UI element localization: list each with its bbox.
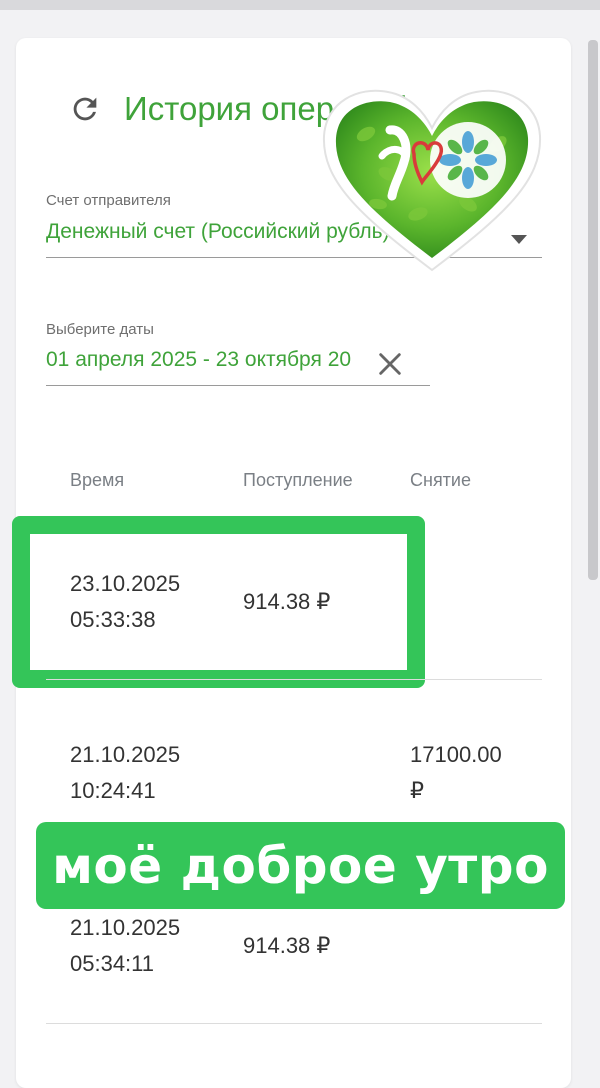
column-header-time: Время (70, 470, 125, 490)
row-separator (46, 1023, 542, 1024)
close-icon[interactable] (376, 350, 404, 378)
row-2-date: 21.10.2025 (70, 742, 181, 767)
row-1-income: 914.38 ₽ (243, 589, 331, 614)
date-range-underline (46, 385, 430, 386)
row-1-time: 05:33:38 (70, 607, 156, 632)
row-2-withdrawal-currency: ₽ (410, 778, 424, 803)
row-separator (46, 679, 542, 680)
row-2-time: 10:24:41 (70, 778, 156, 803)
column-header-income: Поступление (243, 470, 353, 490)
row-2-withdrawal: 17100.00 (410, 742, 502, 767)
greeting-banner-text: моё доброе утро (52, 836, 549, 895)
scrollbar-thumb[interactable] (588, 40, 598, 580)
row-3-time: 05:34:11 (70, 951, 155, 976)
row-1-date: 23.10.2025 (70, 571, 181, 596)
row-3-date: 21.10.2025 (70, 915, 181, 940)
column-header-withdrawal: Снятие (410, 470, 471, 490)
date-range-label: Выберите даты (46, 321, 154, 338)
row-3-income: 914.38 ₽ (243, 933, 331, 958)
sender-account-label: Счет отправителя (46, 192, 171, 209)
top-bar (0, 0, 600, 10)
date-range-input[interactable]: 01 апреля 2025 - 23 октября 2025 (46, 348, 352, 378)
refresh-icon[interactable] (68, 92, 102, 126)
heart-leaves-logo (322, 89, 542, 272)
